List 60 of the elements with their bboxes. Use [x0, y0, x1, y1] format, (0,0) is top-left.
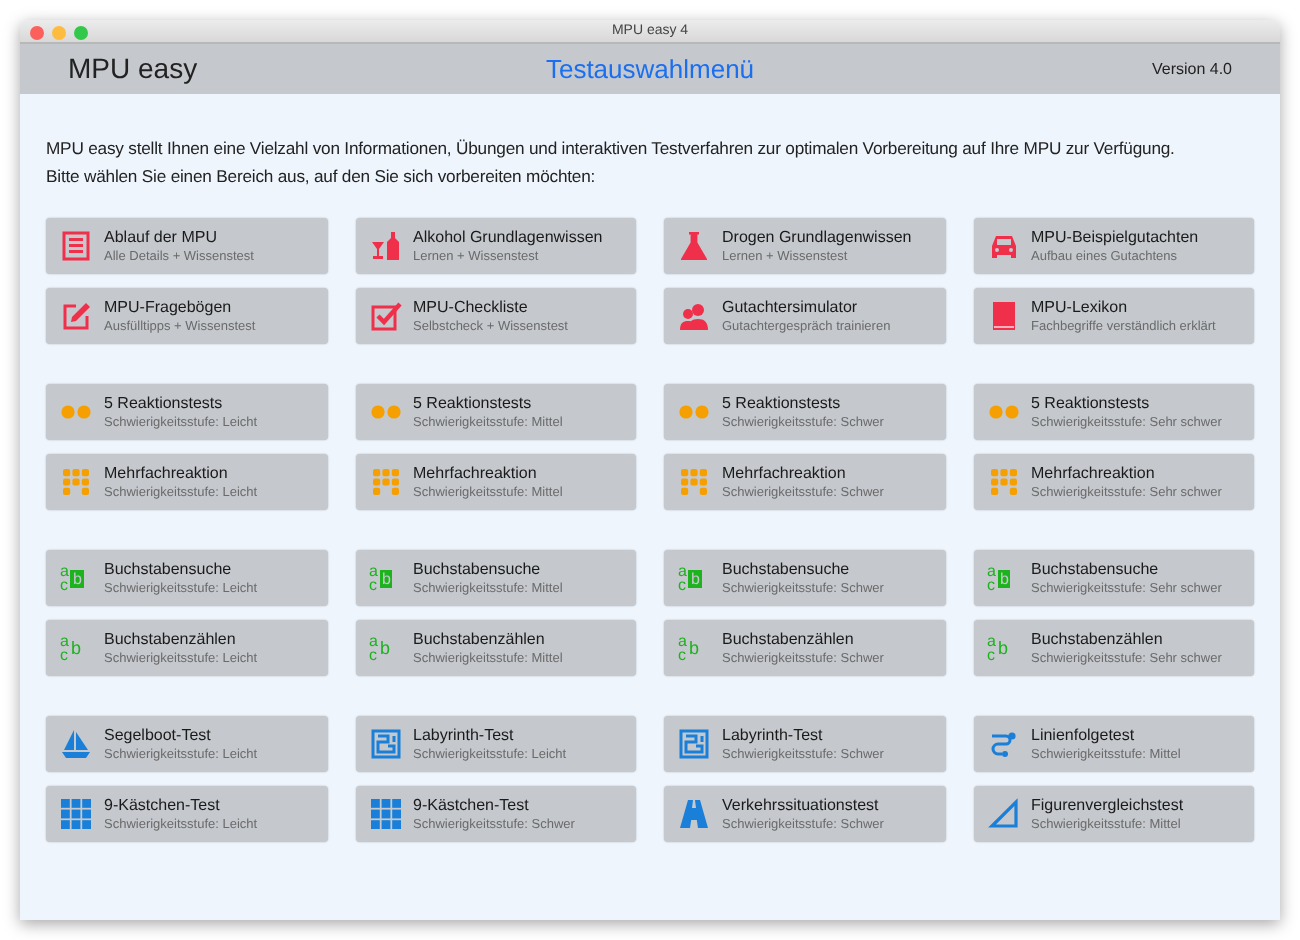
people-icon — [678, 300, 710, 332]
tile-title: Mehrfachreaktion — [104, 463, 230, 483]
tile-title: 5 Reaktionstests — [722, 393, 843, 413]
nine-squares-icon — [369, 798, 401, 830]
pencil-icon — [60, 300, 92, 332]
sailboat-icon — [60, 728, 92, 760]
tile-title: Linienfolgetest — [1031, 725, 1137, 745]
version-label: Version 4.0 — [1149, 57, 1232, 81]
checkbox-icon — [369, 300, 401, 332]
tile-title: Buchstabensuche — [413, 559, 543, 579]
tile-title: Buchstabenzählen — [722, 629, 856, 649]
tile-title: Buchstabensuche — [1031, 559, 1161, 579]
tile-title: Buchstabensuche — [722, 559, 852, 579]
tile-title: 9-Kästchen-Test — [104, 795, 222, 815]
page-title: Testauswahlmenü — [543, 51, 757, 88]
intro-text: MPU easy stellt Ihnen eine Vielzahl von Informationen, Übungen und interaktiven Testverfahren zur optimalen Vorbereitung auf Ihre MPU zur Verfügung. — [46, 136, 1175, 162]
maze-icon — [369, 728, 401, 760]
zoom-button[interactable] — [74, 25, 88, 39]
tile-title: Gutachtersimulator — [722, 297, 860, 317]
tile-title: Figurenvergleichstest — [1031, 795, 1184, 815]
tile-title: Alkohol Grundlagenwissen — [413, 227, 603, 247]
book-icon — [987, 300, 1019, 332]
maze-icon — [678, 728, 710, 760]
tile-title: 5 Reaktionstests — [104, 393, 225, 413]
tile-title: Verkehrssituationstest — [722, 795, 881, 815]
dot-grid-icon — [678, 466, 710, 498]
triangle-icon — [987, 798, 1019, 830]
minimize-button[interactable] — [52, 25, 66, 39]
list-icon — [60, 230, 92, 262]
tile-title: MPU-Fragebögen — [104, 297, 234, 317]
tile-title: MPU-Checkliste — [413, 297, 530, 317]
tile-title: Buchstabenzählen — [1031, 629, 1165, 649]
close-button[interactable] — [30, 25, 44, 39]
tile-title: MPU-Beispielgutachten — [1031, 227, 1199, 247]
flask-icon — [678, 230, 710, 262]
road-icon — [678, 798, 710, 830]
tile-title: 5 Reaktionstests — [413, 393, 534, 413]
tile-title: MPU-Lexikon — [1031, 297, 1130, 317]
tile-title: Buchstabensuche — [104, 559, 234, 579]
bottle-and-glass-icon — [369, 230, 401, 262]
dot-grid-icon — [60, 466, 92, 498]
tile-title: Ablauf der MPU — [104, 227, 219, 247]
dot-grid-icon — [369, 466, 401, 498]
tile-title: Drogen Grundlagenwissen — [722, 227, 912, 247]
tile-title: 9-Kästchen-Test — [413, 795, 531, 815]
tile-title: 5 Reaktionstests — [1031, 393, 1152, 413]
dot-grid-icon — [987, 466, 1019, 498]
nine-squares-icon — [60, 798, 92, 830]
car-icon — [987, 230, 1019, 262]
tile-title: Buchstabenzählen — [104, 629, 238, 649]
curved-line-icon — [987, 728, 1019, 760]
tile-title: Mehrfachreaktion — [413, 463, 539, 483]
tile-title: Buchstabenzählen — [413, 629, 547, 649]
tile-title: Mehrfachreaktion — [1031, 463, 1157, 483]
app-name: MPU easy — [68, 50, 200, 88]
tile-title: Segelboot-Test — [104, 725, 213, 745]
tile-title: Labyrinth-Test — [722, 725, 825, 745]
tile-title: Mehrfachreaktion — [722, 463, 848, 483]
tile-title: Labyrinth-Test — [413, 725, 516, 745]
intro-text: Bitte wählen Sie einen Bereich aus, auf den Sie sich vorbereiten möchten: — [46, 164, 596, 190]
